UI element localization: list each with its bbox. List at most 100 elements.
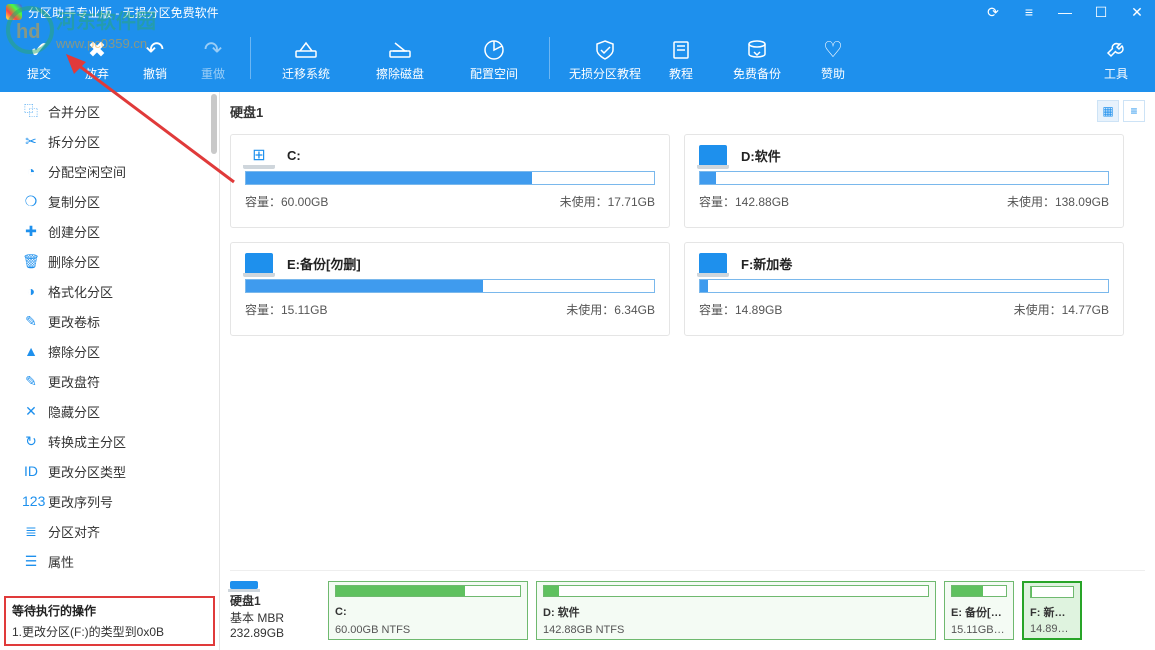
capacity-label: 容量：142.88GB [699, 193, 789, 210]
sidebar-item-label: 删除分区 [48, 252, 100, 271]
strip-partition-label: F: 新加... [1030, 604, 1074, 620]
submit-button[interactable]: ✔提交 [10, 28, 68, 88]
drive-icon [245, 253, 273, 273]
disk-info-name: 硬盘1 [230, 592, 261, 609]
usage-bar [245, 279, 655, 293]
view-list-button[interactable]: ≡ [1123, 100, 1145, 122]
free-label: 未使用：14.77GB [1014, 301, 1109, 318]
refresh-icon[interactable]: ⟳ [975, 4, 1011, 21]
sidebar-item[interactable]: ❍复制分区 [0, 186, 219, 216]
menu-icon[interactable]: ≡ [1011, 4, 1047, 20]
sidebar-item[interactable]: ◑ 格式化分区 [0, 276, 219, 306]
disk-name: 硬盘1 [230, 102, 263, 121]
partition-card[interactable]: E:备份[勿删] 容量：15.11GB 未使用：6.34GB [230, 242, 670, 336]
strip-partition[interactable]: E: 备份[勿... 15.11GB N... [944, 581, 1014, 640]
sidebar-item-icon: ▲ [22, 343, 40, 359]
strip-partition-size: 60.00GB NTFS [335, 624, 521, 636]
sidebar-item-label: 格式化分区 [48, 282, 113, 301]
tools-button[interactable]: 工具 [1087, 28, 1145, 88]
sidebar-item-icon: ID [22, 463, 40, 479]
sidebar-item-icon: ↻ [22, 433, 40, 450]
sidebar-item[interactable]: ☰属性 [0, 546, 219, 576]
tutorial-button[interactable]: 无损分区教程 [558, 28, 652, 88]
donate-button[interactable]: ♡赞助 [804, 28, 862, 88]
discard-button[interactable]: ✖放弃 [68, 28, 126, 88]
strip-partition-label: D: 软件 [543, 604, 929, 620]
sidebar-item[interactable]: ✚创建分区 [0, 216, 219, 246]
sidebar-item-label: 创建分区 [48, 222, 100, 241]
capacity-label: 容量：60.00GB [245, 193, 328, 210]
docs-button[interactable]: 教程 [652, 28, 710, 88]
view-grid-button[interactable]: ▦ [1097, 100, 1119, 122]
book-icon [670, 35, 692, 65]
sidebar-item[interactable]: ▲ 擦除分区 [0, 336, 219, 366]
allocate-button[interactable]: 配置空间 [447, 28, 541, 88]
strip-partition-label: E: 备份[勿... [951, 604, 1007, 620]
sidebar-item[interactable]: ≣ 分区对齐 [0, 516, 219, 546]
sidebar-item-label: 更改卷标 [48, 312, 100, 331]
strip-partition[interactable]: C: 60.00GB NTFS [328, 581, 528, 640]
heart-icon: ♡ [823, 35, 843, 65]
strip-partition[interactable]: F: 新加... 14.89G... [1022, 581, 1082, 640]
sidebar-item-label: 擦除分区 [48, 342, 100, 361]
strip-partition[interactable]: D: 软件 142.88GB NTFS [536, 581, 936, 640]
sidebar-item-icon: 123 [22, 493, 40, 509]
strip-usage-bar [951, 585, 1007, 597]
scrollbar-thumb[interactable] [211, 94, 217, 154]
migrate-button[interactable]: 迁移系统 [259, 28, 353, 88]
usage-bar [699, 279, 1109, 293]
sidebar-item[interactable]: ↻ 转换成主分区 [0, 426, 219, 456]
minimize-icon[interactable]: — [1047, 4, 1083, 20]
titlebar: 分区助手专业版 - 无损分区免费软件 ⟳ ≡ — ☐ ✕ [0, 0, 1155, 24]
sidebar-item[interactable]: 🗑 删除分区 [0, 246, 219, 276]
pending-item: 1.更改分区(F:)的类型到0x0B [12, 623, 207, 640]
partition-card[interactable]: F:新加卷 容量：14.89GB 未使用：14.77GB [684, 242, 1124, 336]
sidebar-item[interactable]: 123更改序列号 [0, 486, 219, 516]
disk-info-size: 232.89GB [230, 626, 284, 640]
free-label: 未使用：138.09GB [1007, 193, 1109, 210]
sidebar-item-label: 隐藏分区 [48, 402, 100, 421]
redo-button[interactable]: ↷重做 [184, 28, 242, 88]
sidebar-item-icon: ≣ [22, 523, 40, 540]
undo-button[interactable]: ↶撤销 [126, 28, 184, 88]
wipe-button[interactable]: 擦除磁盘 [353, 28, 447, 88]
partition-card[interactable]: C: 容量：60.00GB 未使用：17.71GB [230, 134, 670, 228]
partition-title: E:备份[勿删] [287, 254, 361, 273]
sidebar-item-label: 转换成主分区 [48, 432, 126, 451]
sidebar-item-icon: ❍ [22, 193, 40, 210]
partition-card[interactable]: D:软件 容量：142.88GB 未使用：138.09GB [684, 134, 1124, 228]
pending-operations: 等待执行的操作 1.更改分区(F:)的类型到0x0B [4, 596, 215, 646]
drive-icon [699, 253, 727, 273]
pending-title: 等待执行的操作 [12, 602, 207, 619]
sidebar-item[interactable]: ✎更改卷标 [0, 306, 219, 336]
sidebar-item-label: 分区对齐 [48, 522, 100, 541]
main-panel: 硬盘1 ▦ ≡ C: 容量：60.00GB 未使用：17.71GB D:软件 容… [220, 92, 1155, 650]
capacity-label: 容量：14.89GB [699, 301, 782, 318]
toolbar: ✔提交 ✖放弃 ↶撤销 ↷重做 迁移系统 擦除磁盘 配置空间 无损分区教程 教程… [0, 24, 1155, 92]
toolbar-separator [549, 37, 550, 79]
sidebar-item[interactable]: ✎更改盘符 [0, 366, 219, 396]
check-icon: ✔ [30, 35, 48, 65]
sidebar-item[interactable]: ✕隐藏分区 [0, 396, 219, 426]
sidebar-item[interactable]: ✂拆分分区 [0, 126, 219, 156]
sidebar-item[interactable]: ⿻合并分区 [0, 96, 219, 126]
partition-title: F:新加卷 [741, 254, 792, 273]
maximize-icon[interactable]: ☐ [1083, 4, 1119, 21]
disk-info[interactable]: 硬盘1 基本 MBR 232.89GB [230, 581, 320, 640]
disk-icon [230, 581, 258, 589]
drive-icon [245, 145, 273, 165]
usage-bar [699, 171, 1109, 185]
sidebar-item[interactable]: ID 更改分区类型 [0, 456, 219, 486]
sidebar-item-icon: ✎ [22, 373, 40, 390]
redo-icon: ↷ [204, 35, 222, 65]
sidebar-item-icon: 🗑 [22, 253, 40, 270]
sidebar-item-label: 更改分区类型 [48, 462, 126, 481]
sidebar-item-icon: ◑ [22, 283, 40, 299]
disk-info-type: 基本 MBR [230, 609, 284, 626]
sidebar-item[interactable]: ◔分配空闲空间 [0, 156, 219, 186]
sidebar-item-icon: ⿻ [22, 101, 40, 121]
free-label: 未使用：6.34GB [566, 301, 655, 318]
backup-button[interactable]: 免费备份 [710, 28, 804, 88]
close-icon[interactable]: ✕ [1119, 4, 1155, 21]
sidebar-item-label: 分配空闲空间 [48, 162, 126, 181]
